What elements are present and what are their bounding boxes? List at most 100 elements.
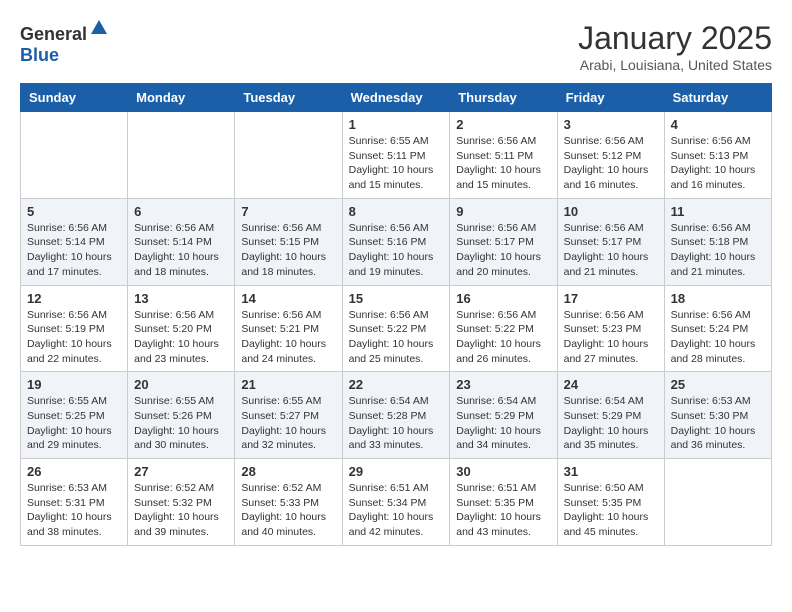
calendar-cell: 10 Sunrise: 6:56 AMSunset: 5:17 PMDayligh…	[557, 198, 664, 285]
calendar-cell: 30 Sunrise: 6:51 AMSunset: 5:35 PMDayligh…	[450, 459, 557, 546]
calendar-header-monday: Monday	[128, 84, 235, 112]
calendar-table: SundayMondayTuesdayWednesdayThursdayFrid…	[20, 83, 772, 546]
week-row-3: 12Sunrise: 6:56 AMSunset: 5:19 PMDayligh…	[21, 285, 772, 372]
day-number: 20	[134, 377, 228, 392]
day-info: Sunrise: 6:54 AMSunset: 5:28 PMDaylight:…	[349, 394, 444, 453]
day-info: Sunrise: 6:56 AMSunset: 5:14 PMDaylight:…	[27, 221, 121, 280]
calendar-cell: 27Sunrise: 6:52 AMSunset: 5:32 PMDayligh…	[128, 459, 235, 546]
calendar-cell: 6 Sunrise: 6:56 AMSunset: 5:14 PMDaylight…	[128, 198, 235, 285]
day-number: 28	[241, 464, 335, 479]
calendar-cell: 11 Sunrise: 6:56 AMSunset: 5:18 PMDayligh…	[664, 198, 771, 285]
day-number: 16	[456, 291, 550, 306]
day-number: 25	[671, 377, 765, 392]
calendar-header-tuesday: Tuesday	[235, 84, 342, 112]
calendar-cell: 18 Sunrise: 6:56 AMSunset: 5:24 PMDayligh…	[664, 285, 771, 372]
day-info: Sunrise: 6:56 AMSunset: 5:17 PMDaylight:…	[456, 221, 550, 280]
day-info: Sunrise: 6:56 AMSunset: 5:13 PMDaylight:…	[671, 134, 765, 193]
calendar-cell: 9 Sunrise: 6:56 AMSunset: 5:17 PMDaylight…	[450, 198, 557, 285]
day-number: 17	[564, 291, 658, 306]
day-number: 27	[134, 464, 228, 479]
day-info: Sunrise: 6:56 AMSunset: 5:21 PMDaylight:…	[241, 308, 335, 367]
calendar-cell: 12Sunrise: 6:56 AMSunset: 5:19 PMDayligh…	[21, 285, 128, 372]
calendar-header-saturday: Saturday	[664, 84, 771, 112]
location-title: Arabi, Louisiana, United States	[578, 57, 772, 73]
day-number: 10	[564, 204, 658, 219]
day-number: 11	[671, 204, 765, 219]
day-info: Sunrise: 6:55 AMSunset: 5:26 PMDaylight:…	[134, 394, 228, 453]
calendar-cell: 25Sunrise: 6:53 AMSunset: 5:30 PMDayligh…	[664, 372, 771, 459]
day-number: 12	[27, 291, 121, 306]
calendar-cell: 4 Sunrise: 6:56 AMSunset: 5:13 PMDaylight…	[664, 112, 771, 199]
day-info: Sunrise: 6:50 AMSunset: 5:35 PMDaylight:…	[564, 481, 658, 540]
day-info: Sunrise: 6:55 AMSunset: 5:11 PMDaylight:…	[349, 134, 444, 193]
day-number: 21	[241, 377, 335, 392]
calendar-cell: 7Sunrise: 6:56 AMSunset: 5:15 PMDaylight…	[235, 198, 342, 285]
day-number: 3	[564, 117, 658, 132]
logo-icon	[89, 18, 109, 38]
title-section: January 2025 Arabi, Louisiana, United St…	[578, 20, 772, 73]
day-info: Sunrise: 6:56 AMSunset: 5:24 PMDaylight:…	[671, 308, 765, 367]
calendar-cell: 31Sunrise: 6:50 AMSunset: 5:35 PMDayligh…	[557, 459, 664, 546]
day-info: Sunrise: 6:51 AMSunset: 5:35 PMDaylight:…	[456, 481, 550, 540]
calendar-header-thursday: Thursday	[450, 84, 557, 112]
day-info: Sunrise: 6:56 AMSunset: 5:14 PMDaylight:…	[134, 221, 228, 280]
calendar-cell: 1 Sunrise: 6:55 AMSunset: 5:11 PMDaylight…	[342, 112, 450, 199]
day-number: 13	[134, 291, 228, 306]
day-info: Sunrise: 6:56 AMSunset: 5:18 PMDaylight:…	[671, 221, 765, 280]
calendar-cell: 15Sunrise: 6:56 AMSunset: 5:22 PMDayligh…	[342, 285, 450, 372]
calendar-header-row: SundayMondayTuesdayWednesdayThursdayFrid…	[21, 84, 772, 112]
week-row-4: 19Sunrise: 6:55 AMSunset: 5:25 PMDayligh…	[21, 372, 772, 459]
day-info: Sunrise: 6:56 AMSunset: 5:12 PMDaylight:…	[564, 134, 658, 193]
calendar-cell	[235, 112, 342, 199]
day-number: 14	[241, 291, 335, 306]
day-info: Sunrise: 6:56 AMSunset: 5:17 PMDaylight:…	[564, 221, 658, 280]
calendar-cell: 3 Sunrise: 6:56 AMSunset: 5:12 PMDaylight…	[557, 112, 664, 199]
day-number: 19	[27, 377, 121, 392]
day-number: 15	[349, 291, 444, 306]
day-number: 24	[564, 377, 658, 392]
calendar-cell: 24 Sunrise: 6:54 AMSunset: 5:29 PMDayligh…	[557, 372, 664, 459]
logo: General Blue	[20, 20, 111, 66]
calendar-cell	[128, 112, 235, 199]
calendar-cell: 13 Sunrise: 6:56 AMSunset: 5:20 PMDayligh…	[128, 285, 235, 372]
day-number: 30	[456, 464, 550, 479]
day-number: 22	[349, 377, 444, 392]
day-number: 6	[134, 204, 228, 219]
logo-text: General Blue	[20, 20, 111, 66]
calendar-cell: 19Sunrise: 6:55 AMSunset: 5:25 PMDayligh…	[21, 372, 128, 459]
calendar-cell: 28Sunrise: 6:52 AMSunset: 5:33 PMDayligh…	[235, 459, 342, 546]
day-number: 4	[671, 117, 765, 132]
calendar-cell: 22 Sunrise: 6:54 AMSunset: 5:28 PMDayligh…	[342, 372, 450, 459]
day-number: 9	[456, 204, 550, 219]
month-title: January 2025	[578, 20, 772, 57]
day-number: 5	[27, 204, 121, 219]
calendar-cell: 2Sunrise: 6:56 AMSunset: 5:11 PMDaylight…	[450, 112, 557, 199]
day-info: Sunrise: 6:56 AMSunset: 5:20 PMDaylight:…	[134, 308, 228, 367]
calendar-cell: 20 Sunrise: 6:55 AMSunset: 5:26 PMDayligh…	[128, 372, 235, 459]
week-row-2: 5 Sunrise: 6:56 AMSunset: 5:14 PMDaylight…	[21, 198, 772, 285]
page-header: General Blue January 2025 Arabi, Louisia…	[20, 20, 772, 73]
calendar-cell: 23 Sunrise: 6:54 AMSunset: 5:29 PMDayligh…	[450, 372, 557, 459]
day-info: Sunrise: 6:56 AMSunset: 5:22 PMDaylight:…	[456, 308, 550, 367]
day-number: 8	[349, 204, 444, 219]
calendar-cell: 29 Sunrise: 6:51 AMSunset: 5:34 PMDayligh…	[342, 459, 450, 546]
calendar-cell	[21, 112, 128, 199]
day-info: Sunrise: 6:55 AMSunset: 5:27 PMDaylight:…	[241, 394, 335, 453]
day-info: Sunrise: 6:51 AMSunset: 5:34 PMDaylight:…	[349, 481, 444, 540]
day-number: 1	[349, 117, 444, 132]
day-info: Sunrise: 6:56 AMSunset: 5:23 PMDaylight:…	[564, 308, 658, 367]
day-number: 26	[27, 464, 121, 479]
day-info: Sunrise: 6:54 AMSunset: 5:29 PMDaylight:…	[564, 394, 658, 453]
day-number: 2	[456, 117, 550, 132]
calendar-header-wednesday: Wednesday	[342, 84, 450, 112]
day-number: 7	[241, 204, 335, 219]
day-number: 29	[349, 464, 444, 479]
calendar-cell: 26Sunrise: 6:53 AMSunset: 5:31 PMDayligh…	[21, 459, 128, 546]
day-info: Sunrise: 6:54 AMSunset: 5:29 PMDaylight:…	[456, 394, 550, 453]
day-number: 18	[671, 291, 765, 306]
calendar-cell: 14 Sunrise: 6:56 AMSunset: 5:21 PMDayligh…	[235, 285, 342, 372]
calendar-cell: 21 Sunrise: 6:55 AMSunset: 5:27 PMDayligh…	[235, 372, 342, 459]
calendar-header-sunday: Sunday	[21, 84, 128, 112]
day-number: 23	[456, 377, 550, 392]
calendar-cell: 5 Sunrise: 6:56 AMSunset: 5:14 PMDaylight…	[21, 198, 128, 285]
